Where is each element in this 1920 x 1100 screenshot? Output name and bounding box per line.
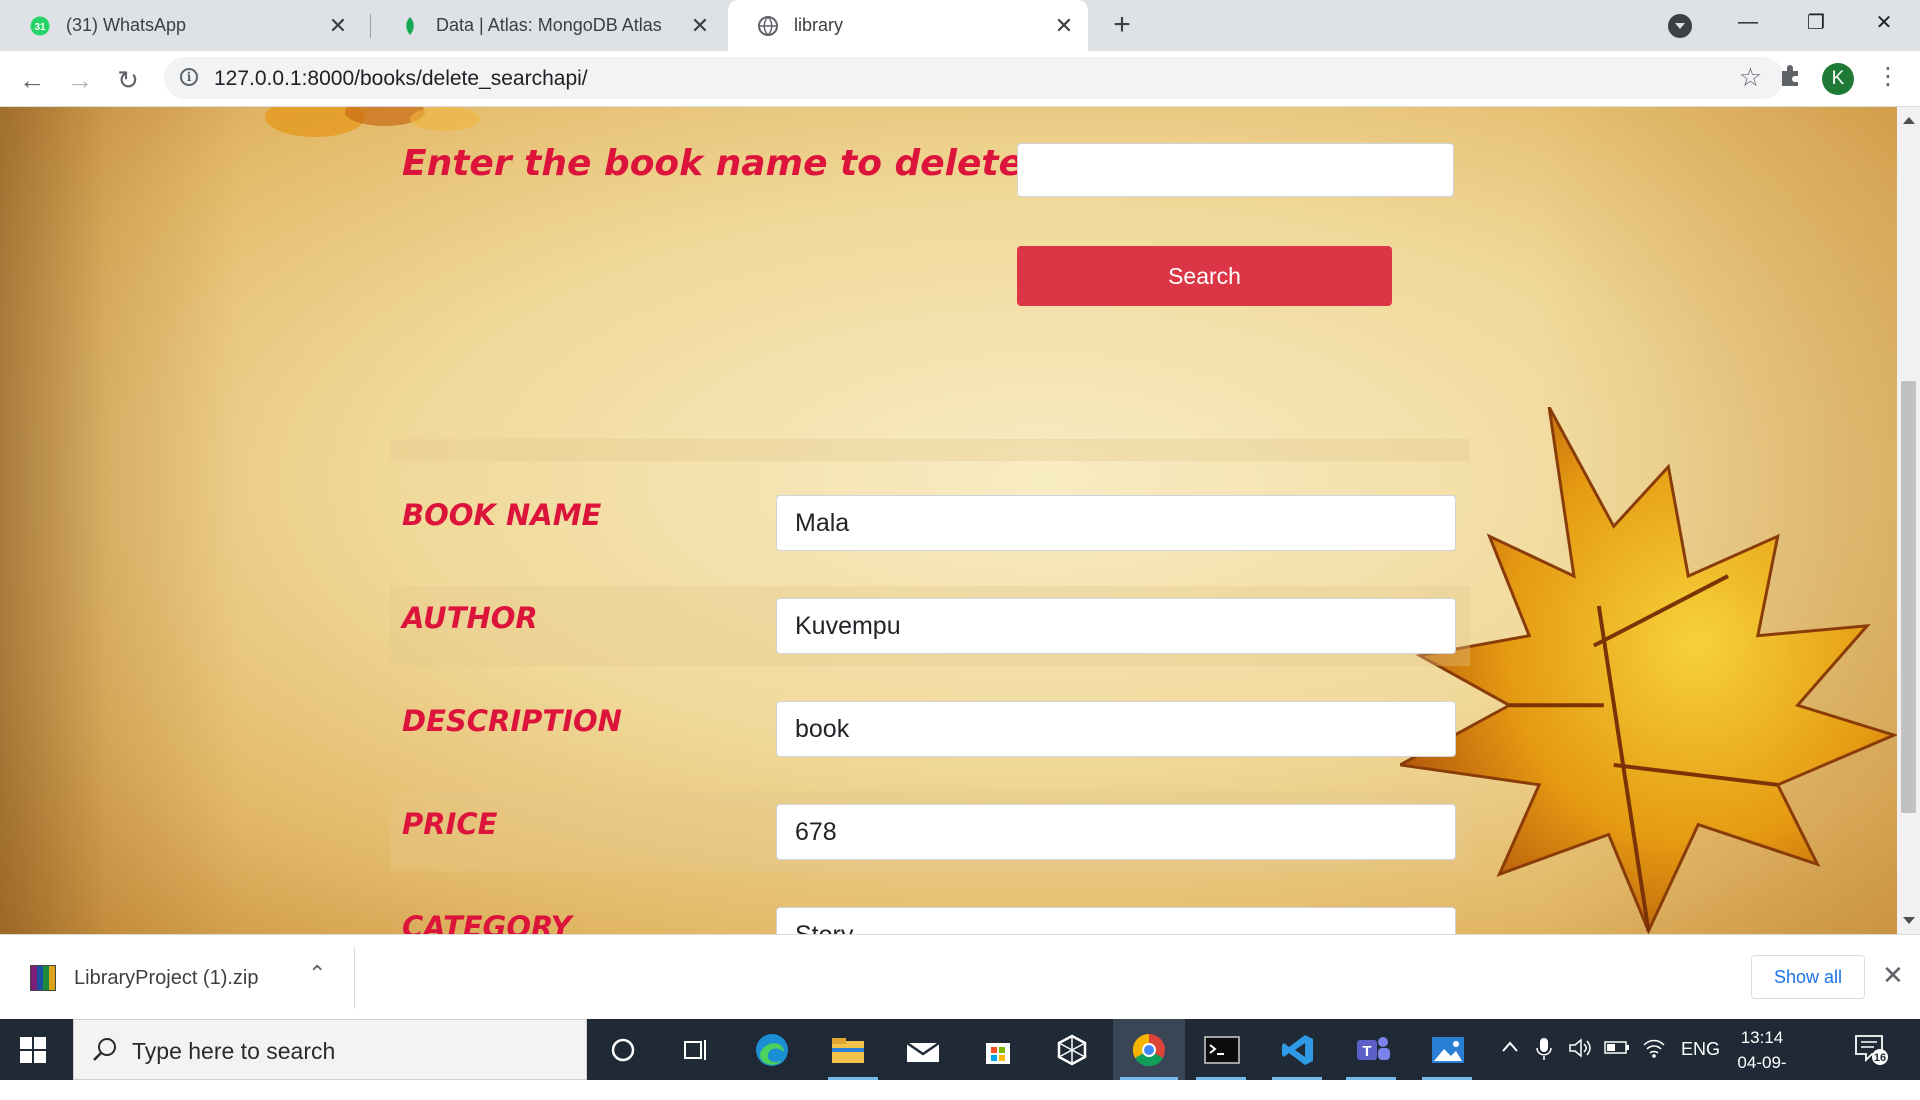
close-icon[interactable]: ✕ bbox=[326, 13, 350, 38]
window-close-button[interactable]: ✕ bbox=[1854, 0, 1914, 44]
divider bbox=[354, 947, 355, 1009]
new-tab-button[interactable]: + bbox=[1108, 10, 1136, 40]
author-field[interactable]: Kuvempu bbox=[776, 598, 1456, 654]
photos-icon[interactable] bbox=[1428, 1030, 1468, 1070]
page-content: Enter the book name to delete Search BOO… bbox=[0, 107, 1897, 934]
terminal-icon[interactable] bbox=[1202, 1030, 1242, 1070]
close-icon[interactable]: ✕ bbox=[1882, 960, 1904, 991]
search-icon bbox=[93, 1038, 116, 1061]
scrollbar-thumb[interactable] bbox=[1901, 381, 1916, 813]
download-shelf: LibraryProject (1).zip ⌃ Show all ✕ bbox=[0, 934, 1920, 1020]
back-arrow-icon[interactable]: ← bbox=[16, 64, 48, 96]
svg-text:T: T bbox=[1362, 1043, 1371, 1060]
microsoft-store-icon[interactable] bbox=[978, 1030, 1018, 1070]
download-file-name[interactable]: LibraryProject (1).zip bbox=[74, 967, 259, 990]
file-explorer-icon[interactable] bbox=[828, 1030, 868, 1070]
svg-text:31: 31 bbox=[34, 22, 46, 33]
zip-archive-icon bbox=[30, 965, 56, 991]
tab-title: (31) WhatsApp bbox=[66, 15, 187, 35]
close-icon[interactable]: ✕ bbox=[688, 13, 712, 38]
chrome-icon[interactable] bbox=[1129, 1030, 1169, 1070]
menu-dots-icon[interactable]: ⋮ bbox=[1876, 62, 1900, 94]
notification-center-icon[interactable]: 16 bbox=[1854, 1033, 1890, 1070]
microphone-icon[interactable] bbox=[1536, 1037, 1552, 1066]
volume-icon[interactable] bbox=[1568, 1037, 1592, 1064]
profile-avatar[interactable]: K bbox=[1822, 63, 1854, 95]
tab-title: Data | Atlas: MongoDB Atlas bbox=[436, 15, 662, 35]
search-button[interactable]: Search bbox=[1017, 246, 1392, 306]
tab-whatsapp[interactable]: 31 (31) WhatsApp ✕ bbox=[0, 0, 362, 51]
task-view-icon[interactable] bbox=[676, 1030, 716, 1070]
system-clock[interactable]: 13:14 04-09-2021 bbox=[1724, 1025, 1800, 1100]
show-hidden-icons-chevron-icon[interactable] bbox=[1500, 1037, 1520, 1062]
tab-library[interactable]: library ✕ bbox=[728, 0, 1088, 51]
autumn-leaves-decoration bbox=[265, 107, 480, 137]
divider-band bbox=[390, 439, 1470, 461]
info-icon[interactable]: i bbox=[180, 68, 198, 86]
taskbar-search-box[interactable]: Type here to search bbox=[73, 1019, 587, 1080]
extensions-puzzle-icon[interactable] bbox=[1778, 63, 1804, 89]
globe-icon bbox=[758, 15, 778, 36]
tab-search-icon[interactable] bbox=[1668, 14, 1692, 38]
mail-icon[interactable] bbox=[903, 1030, 943, 1070]
search-placeholder: Type here to search bbox=[132, 1038, 336, 1064]
vscode-icon[interactable] bbox=[1278, 1030, 1318, 1070]
whatsapp-icon: 31 bbox=[30, 16, 50, 36]
book-name-field[interactable]: Mala bbox=[776, 495, 1456, 551]
category-label: CATEGORY bbox=[402, 910, 572, 934]
description-label: DESCRIPTION bbox=[402, 704, 622, 738]
tab-title: library bbox=[794, 15, 844, 35]
edge-browser-icon[interactable] bbox=[752, 1030, 792, 1070]
hexagon-app-icon[interactable] bbox=[1052, 1030, 1092, 1070]
reload-icon[interactable]: ↻ bbox=[112, 64, 144, 96]
wifi-icon[interactable] bbox=[1642, 1037, 1666, 1064]
chevron-up-icon[interactable]: ⌃ bbox=[308, 961, 326, 987]
cortana-icon[interactable] bbox=[603, 1030, 643, 1070]
minimize-button[interactable]: — bbox=[1718, 0, 1778, 44]
delete-prompt-label: Enter the book name to delete bbox=[402, 143, 1024, 184]
url-text[interactable]: 127.0.0.1:8000/books/delete_searchapi/ bbox=[214, 67, 588, 91]
page-scrollbar[interactable] bbox=[1897, 107, 1920, 934]
category-field[interactable]: Story bbox=[776, 907, 1456, 934]
close-icon[interactable]: ✕ bbox=[1052, 13, 1076, 38]
author-label: AUTHOR bbox=[402, 601, 538, 635]
windows-taskbar: Type here to search T ENG 13:14 04-09-20… bbox=[0, 1019, 1920, 1097]
description-field[interactable]: book bbox=[776, 701, 1456, 757]
address-bar[interactable]: i 127.0.0.1:8000/books/delete_searchapi/… bbox=[164, 57, 1784, 99]
price-field[interactable]: 678 bbox=[776, 804, 1456, 860]
background-texture bbox=[0, 107, 240, 934]
language-indicator[interactable]: ENG bbox=[1681, 1039, 1720, 1060]
notification-count: 16 bbox=[1874, 1052, 1886, 1064]
show-all-button[interactable]: Show all bbox=[1751, 955, 1865, 999]
browser-toolbar: ← → ↻ i 127.0.0.1:8000/books/delete_sear… bbox=[0, 51, 1920, 107]
scroll-down-arrow-icon[interactable] bbox=[1903, 917, 1915, 924]
restore-button[interactable]: ❐ bbox=[1786, 0, 1846, 44]
bookmark-star-icon[interactable]: ☆ bbox=[1739, 62, 1762, 93]
clock-date: 04-09-2021 bbox=[1737, 1053, 1787, 1097]
tab-mongodb-atlas[interactable]: Data | Atlas: MongoDB Atlas ✕ bbox=[370, 0, 724, 51]
price-label: PRICE bbox=[402, 807, 498, 841]
scroll-up-arrow-icon[interactable] bbox=[1903, 117, 1915, 124]
tab-strip: 31 (31) WhatsApp ✕ Data | Atlas: MongoDB… bbox=[0, 0, 1920, 51]
mongodb-leaf-icon bbox=[400, 16, 420, 36]
windows-start-icon[interactable] bbox=[20, 1037, 46, 1063]
forward-arrow-icon[interactable]: → bbox=[64, 64, 96, 96]
clock-time: 13:14 bbox=[1740, 1028, 1784, 1047]
book-name-label: BOOK NAME bbox=[402, 498, 602, 532]
book-name-search-input[interactable] bbox=[1017, 143, 1454, 197]
maple-leaf-decoration bbox=[1400, 407, 1897, 934]
battery-icon[interactable] bbox=[1604, 1037, 1630, 1062]
teams-icon[interactable]: T bbox=[1353, 1030, 1393, 1070]
